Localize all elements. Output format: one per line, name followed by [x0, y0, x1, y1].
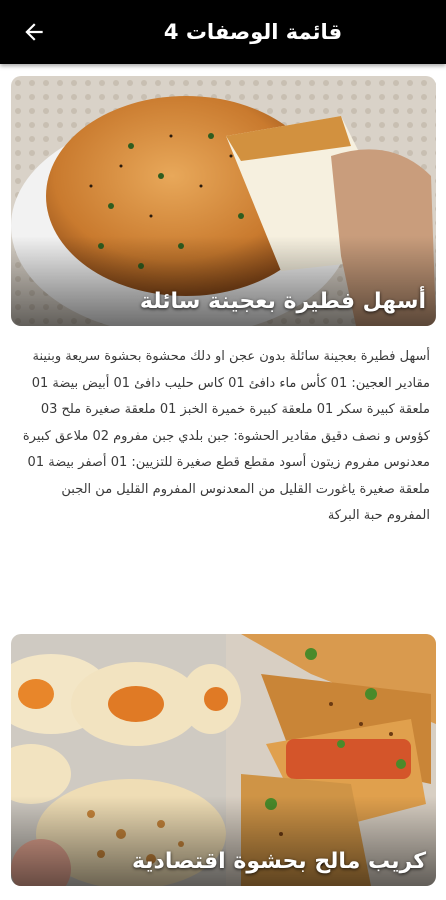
recipe-description: أسهل فطيرة بعجينة سائلة بدون عجن او دلك … [22, 349, 430, 523]
recipe-title: أسهل فطيرة بعجينة سائلة [139, 289, 426, 314]
recipe-card-image[interactable]: أسهل فطيرة بعجينة سائلة [11, 76, 436, 326]
recipe-list[interactable]: أسهل فطيرة بعجينة سائلة أسهل فطيرة بعجين… [0, 64, 446, 900]
recipe-title: كريب مالح بحشوة اقتصادية [131, 849, 426, 874]
app-bar: قائمة الوصفات 4 [0, 0, 446, 64]
recipe-card-image[interactable]: كريب مالح بحشوة اقتصادية [11, 634, 436, 886]
page-title: قائمة الوصفات 4 [163, 20, 343, 44]
